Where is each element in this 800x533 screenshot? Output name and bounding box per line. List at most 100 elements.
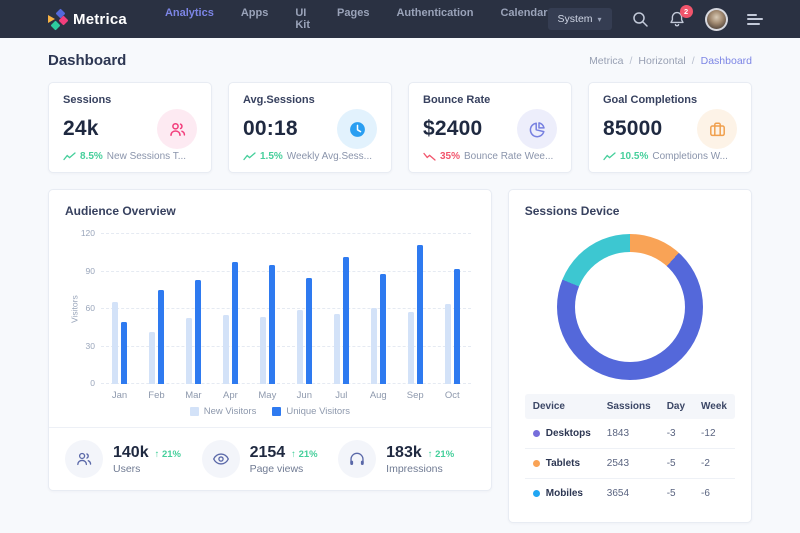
bar-unique-visitors xyxy=(195,280,201,384)
stat-cards-row: Sessions 24k 8.5% New Sessions T... Avg.… xyxy=(0,82,800,173)
bar-chart-columns: JanFebMarAprMayJunJulAugSepOct xyxy=(101,234,471,401)
bar-group: Jul xyxy=(323,234,360,401)
menu-toggle-icon[interactable] xyxy=(747,14,763,25)
bar-group: Mar xyxy=(175,234,212,401)
x-axis-label: Aug xyxy=(370,390,387,401)
goal-completions-value: 85000 xyxy=(603,117,662,141)
avg-sessions-trend: 1.5% Weekly Avg.Sess... xyxy=(243,151,377,162)
stat-card-sessions: Sessions 24k 8.5% New Sessions T... xyxy=(48,82,212,173)
bar-group: May xyxy=(249,234,286,401)
eye-icon xyxy=(202,440,240,478)
stat-impressions: 183k ↑ 21% Impressions xyxy=(338,440,475,478)
col-sassions: Sassions xyxy=(599,394,659,419)
up-arrow-icon: ↑ xyxy=(291,449,296,460)
x-axis-label: Oct xyxy=(445,390,460,401)
trend-up-icon xyxy=(243,152,256,161)
stat-card-bounce-rate: Bounce Rate $2400 35% Bounce Rate Wee... xyxy=(408,82,572,173)
notifications-bell-icon[interactable]: 2 xyxy=(668,10,686,28)
stat-users: 140k ↑ 21% Users xyxy=(65,440,202,478)
col-day: Day xyxy=(659,394,693,419)
briefcase-icon xyxy=(697,109,737,149)
bar-group: Oct xyxy=(434,234,471,401)
breadcrumb-dashboard: Dashboard xyxy=(701,55,752,67)
up-arrow-icon: ↑ xyxy=(155,449,160,460)
table-row: Desktops1843-3-12 xyxy=(525,419,735,449)
audience-bar-chart: Visitors 0306090120 JanFebMarAprMayJunJu… xyxy=(101,234,471,401)
bar-group: Jan xyxy=(101,234,138,401)
sessions-device-card: Sessions Device Device Sassions Day Week… xyxy=(508,189,752,523)
breadcrumb-metrica[interactable]: Metrica xyxy=(589,55,623,67)
device-table-body: Desktops1843-3-12Tablets2543-5-2Mobiles3… xyxy=(525,419,735,508)
col-week: Week xyxy=(693,394,735,419)
bar-new-visitors xyxy=(260,317,266,385)
bar-unique-visitors xyxy=(343,257,349,385)
brand[interactable]: Metrica xyxy=(48,10,127,28)
sessions-device-title: Sessions Device xyxy=(525,204,735,218)
bar-new-visitors xyxy=(334,314,340,384)
clock-icon xyxy=(337,109,377,149)
bar-new-visitors xyxy=(223,315,229,384)
y-axis-tick: 30 xyxy=(71,341,95,351)
audience-stats-row: 140k ↑ 21% Users 2154 ↑ 21% xyxy=(65,428,475,478)
bar-unique-visitors xyxy=(454,269,460,384)
bar-new-visitors xyxy=(186,318,192,384)
page-title: Dashboard xyxy=(48,52,126,69)
main-menu: Analytics Apps UI Kit Pages Authenticati… xyxy=(165,7,548,31)
bounce-rate-value: $2400 xyxy=(423,117,482,141)
menu-item-authentication[interactable]: Authentication xyxy=(396,7,473,31)
headphones-icon xyxy=(338,440,376,478)
top-navbar: Metrica Analytics Apps UI Kit Pages Auth… xyxy=(0,0,800,38)
breadcrumb: Metrica / Horizontal / Dashboard xyxy=(589,55,752,67)
device-color-dot xyxy=(533,430,540,437)
sessions-value: 24k xyxy=(63,117,99,141)
y-axis-tick: 120 xyxy=(71,228,95,238)
goal-completions-trend: 10.5% Completions W... xyxy=(603,151,737,162)
trend-down-icon xyxy=(423,152,436,161)
table-row: Mobiles3654-5-6 xyxy=(525,479,735,509)
trend-up-icon xyxy=(63,152,76,161)
table-row: Tablets2543-5-2 xyxy=(525,449,735,479)
x-axis-label: Sep xyxy=(407,390,424,401)
bar-new-visitors xyxy=(445,304,451,384)
avg-sessions-value: 00:18 xyxy=(243,117,298,141)
bar-unique-visitors xyxy=(158,290,164,384)
device-color-dot xyxy=(533,460,540,467)
legend-swatch xyxy=(272,407,281,416)
stat-card-avg-sessions: Avg.Sessions 00:18 1.5% Weekly Avg.Sess.… xyxy=(228,82,392,173)
col-device: Device xyxy=(525,394,599,419)
audience-overview-card: Audience Overview Visitors 0306090120 Ja… xyxy=(48,189,492,491)
breadcrumb-horizontal[interactable]: Horizontal xyxy=(638,55,685,67)
bar-new-visitors xyxy=(297,310,303,384)
bounce-rate-trend: 35% Bounce Rate Wee... xyxy=(423,151,557,162)
bar-unique-visitors xyxy=(121,322,127,385)
menu-item-apps[interactable]: Apps xyxy=(241,7,269,31)
bar-unique-visitors xyxy=(269,265,275,384)
bar-unique-visitors xyxy=(417,245,423,384)
menu-item-analytics[interactable]: Analytics xyxy=(165,7,214,31)
x-axis-label: May xyxy=(258,390,276,401)
users-icon xyxy=(65,440,103,478)
bar-group: Jun xyxy=(286,234,323,401)
bar-new-visitors xyxy=(371,308,377,384)
metrica-logo-icon xyxy=(48,10,66,28)
sessions-device-table: Device Sassions Day Week Desktops1843-3-… xyxy=(525,394,735,508)
x-axis-label: Jun xyxy=(297,390,312,401)
audience-overview-title: Audience Overview xyxy=(65,204,475,218)
search-icon[interactable] xyxy=(631,10,649,28)
bar-new-visitors xyxy=(149,332,155,385)
x-axis-label: Mar xyxy=(185,390,201,401)
menu-item-ui-kit[interactable]: UI Kit xyxy=(295,7,310,31)
legend-item: New Visitors xyxy=(190,406,257,417)
notification-badge: 2 xyxy=(680,5,693,18)
user-avatar[interactable] xyxy=(705,8,728,31)
bar-group: Aug xyxy=(360,234,397,401)
menu-item-calendar[interactable]: Calendar xyxy=(500,7,547,31)
system-dropdown[interactable]: System ▾ xyxy=(548,8,612,30)
menu-item-pages[interactable]: Pages xyxy=(337,7,369,31)
bar-unique-visitors xyxy=(306,278,312,384)
brand-name: Metrica xyxy=(73,11,127,28)
bar-group: Sep xyxy=(397,234,434,401)
x-axis-label: Apr xyxy=(223,390,238,401)
bar-unique-visitors xyxy=(380,274,386,384)
x-axis-label: Jan xyxy=(112,390,127,401)
